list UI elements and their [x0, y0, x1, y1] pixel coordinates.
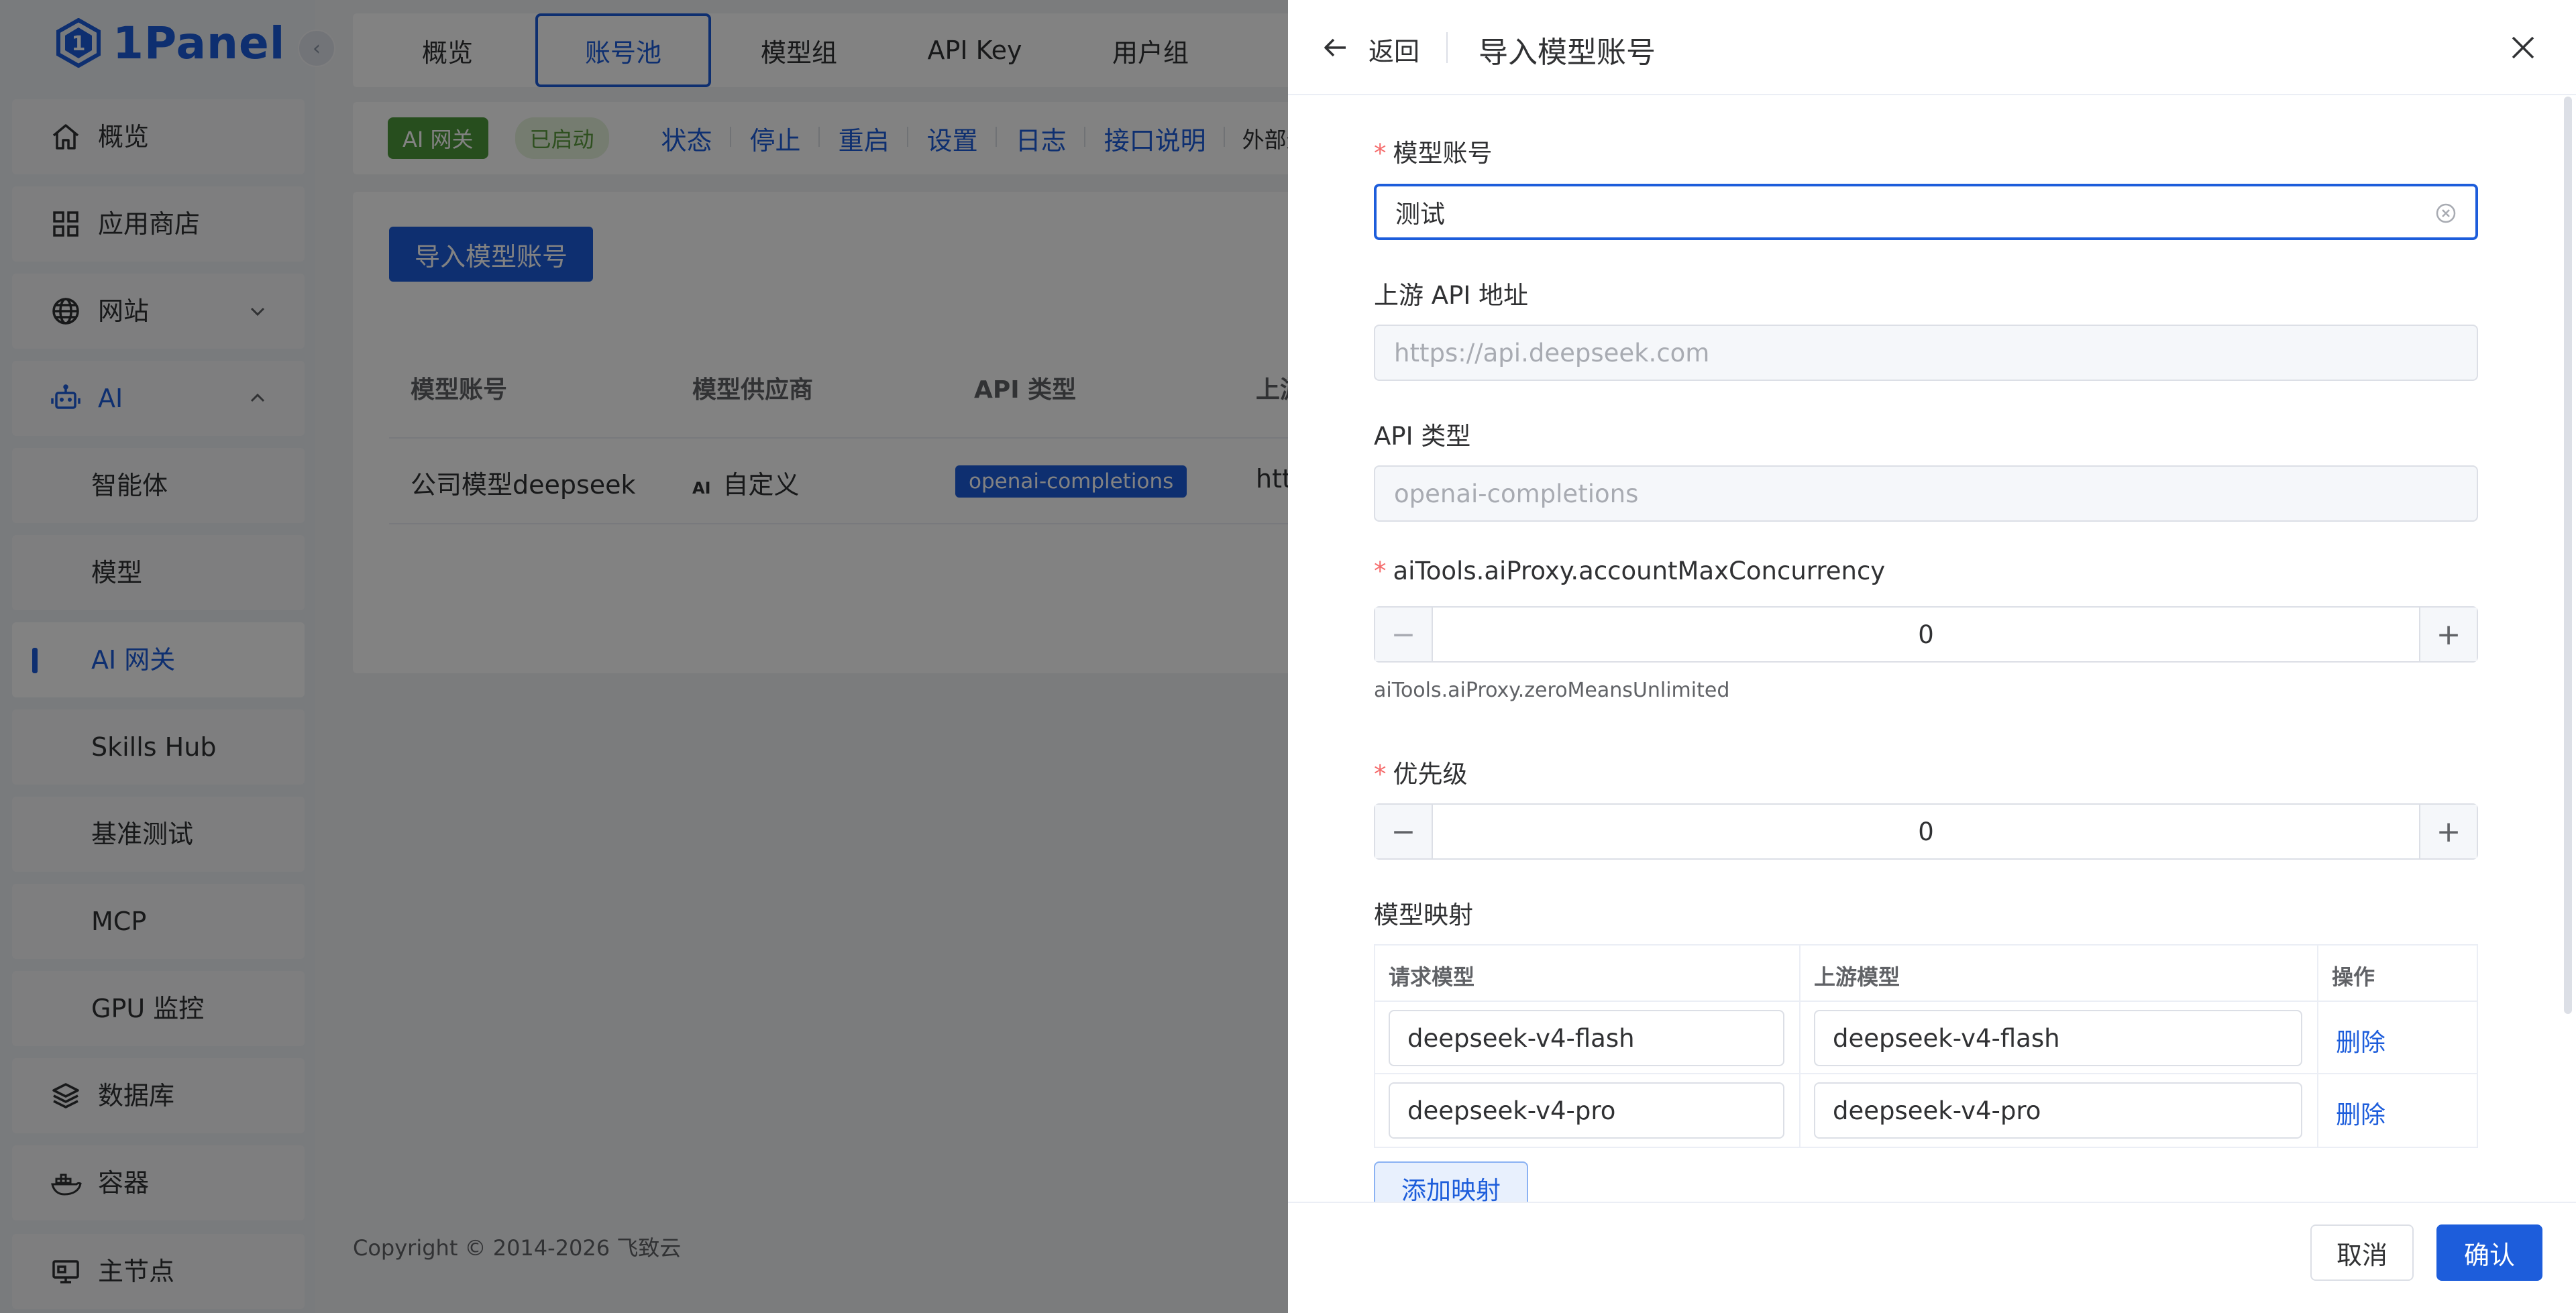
- table-row: deepseek-v4-flash deepseek-v4-flash 删除: [1375, 1002, 2477, 1074]
- delete-mapping-link[interactable]: 删除: [2336, 1094, 2385, 1131]
- concurrency-stepper[interactable]: − 0 +: [1374, 606, 2478, 663]
- request-model-input[interactable]: deepseek-v4-flash: [1389, 1010, 1784, 1066]
- confirm-button[interactable]: 确认: [2436, 1224, 2542, 1281]
- column-header: 上游模型: [1814, 964, 1900, 990]
- delete-mapping-link[interactable]: 删除: [2336, 1022, 2385, 1058]
- upstream-model-input[interactable]: deepseek-v4-pro: [1814, 1082, 2302, 1139]
- header-divider: [1446, 32, 1448, 63]
- increment-button[interactable]: +: [2419, 805, 2477, 858]
- model-mapping-table: 请求模型 上游模型 操作 deepseek-v4-flash deepseek-…: [1374, 944, 2478, 1148]
- concurrency-hint: aiTools.aiProxy.zeroMeansUnlimited: [1374, 679, 1730, 702]
- mapping-label: 模型映射: [1374, 901, 1473, 929]
- concurrency-value[interactable]: 0: [1433, 608, 2419, 661]
- api-type-input[interactable]: openai-completions: [1374, 465, 2478, 522]
- api-type-label: API 类型: [1374, 422, 1471, 451]
- priority-stepper[interactable]: − 0 +: [1374, 803, 2478, 860]
- column-header: 操作: [2332, 964, 2375, 990]
- cancel-button[interactable]: 取消: [2310, 1224, 2414, 1281]
- drawer-scrollbar[interactable]: [2564, 97, 2572, 1014]
- drawer-title: 导入模型账号: [1479, 36, 1656, 70]
- priority-value[interactable]: 0: [1433, 805, 2419, 858]
- column-header: 请求模型: [1389, 964, 1475, 990]
- concurrency-label: * aiTools.aiProxy.accountMaxConcurrency: [1374, 557, 1886, 585]
- request-model-input[interactable]: deepseek-v4-pro: [1389, 1082, 1784, 1139]
- clear-icon[interactable]: [2435, 203, 2457, 224]
- drawer-footer: 取消 确认: [1288, 1202, 2576, 1313]
- decrement-button[interactable]: −: [1375, 805, 1433, 858]
- close-icon[interactable]: [2509, 34, 2537, 62]
- drawer-header: 返回 导入模型账号: [1288, 0, 2576, 95]
- back-button[interactable]: 返回: [1368, 31, 1419, 68]
- app-root: 1 1Panel ‹ 概览 应用商店 网站 AI 智能体 模型 AI 网关 Sk…: [0, 0, 2576, 1313]
- import-account-drawer: 返回 导入模型账号 * 模型账号 测试 上游 API 地址 https://api…: [1288, 0, 2576, 1313]
- increment-button[interactable]: +: [2419, 608, 2477, 661]
- decrement-button[interactable]: −: [1375, 608, 1433, 661]
- upstream-api-placeholder: https://api.deepseek.com: [1394, 338, 1710, 367]
- account-label: * 模型账号: [1374, 139, 1493, 168]
- api-type-placeholder: openai-completions: [1394, 479, 1639, 508]
- priority-label: * 优先级: [1374, 760, 1468, 789]
- account-input[interactable]: 测试: [1374, 184, 2478, 240]
- upstream-api-input[interactable]: https://api.deepseek.com: [1374, 325, 2478, 381]
- table-row: deepseek-v4-pro deepseek-v4-pro 删除: [1375, 1074, 2477, 1147]
- account-input-value: 测试: [1395, 200, 1445, 229]
- arrow-left-icon[interactable]: [1322, 34, 1350, 62]
- upstream-model-input[interactable]: deepseek-v4-flash: [1814, 1010, 2302, 1066]
- table-header: 请求模型 上游模型 操作: [1375, 946, 2477, 1002]
- upstream-label: 上游 API 地址: [1374, 281, 1529, 310]
